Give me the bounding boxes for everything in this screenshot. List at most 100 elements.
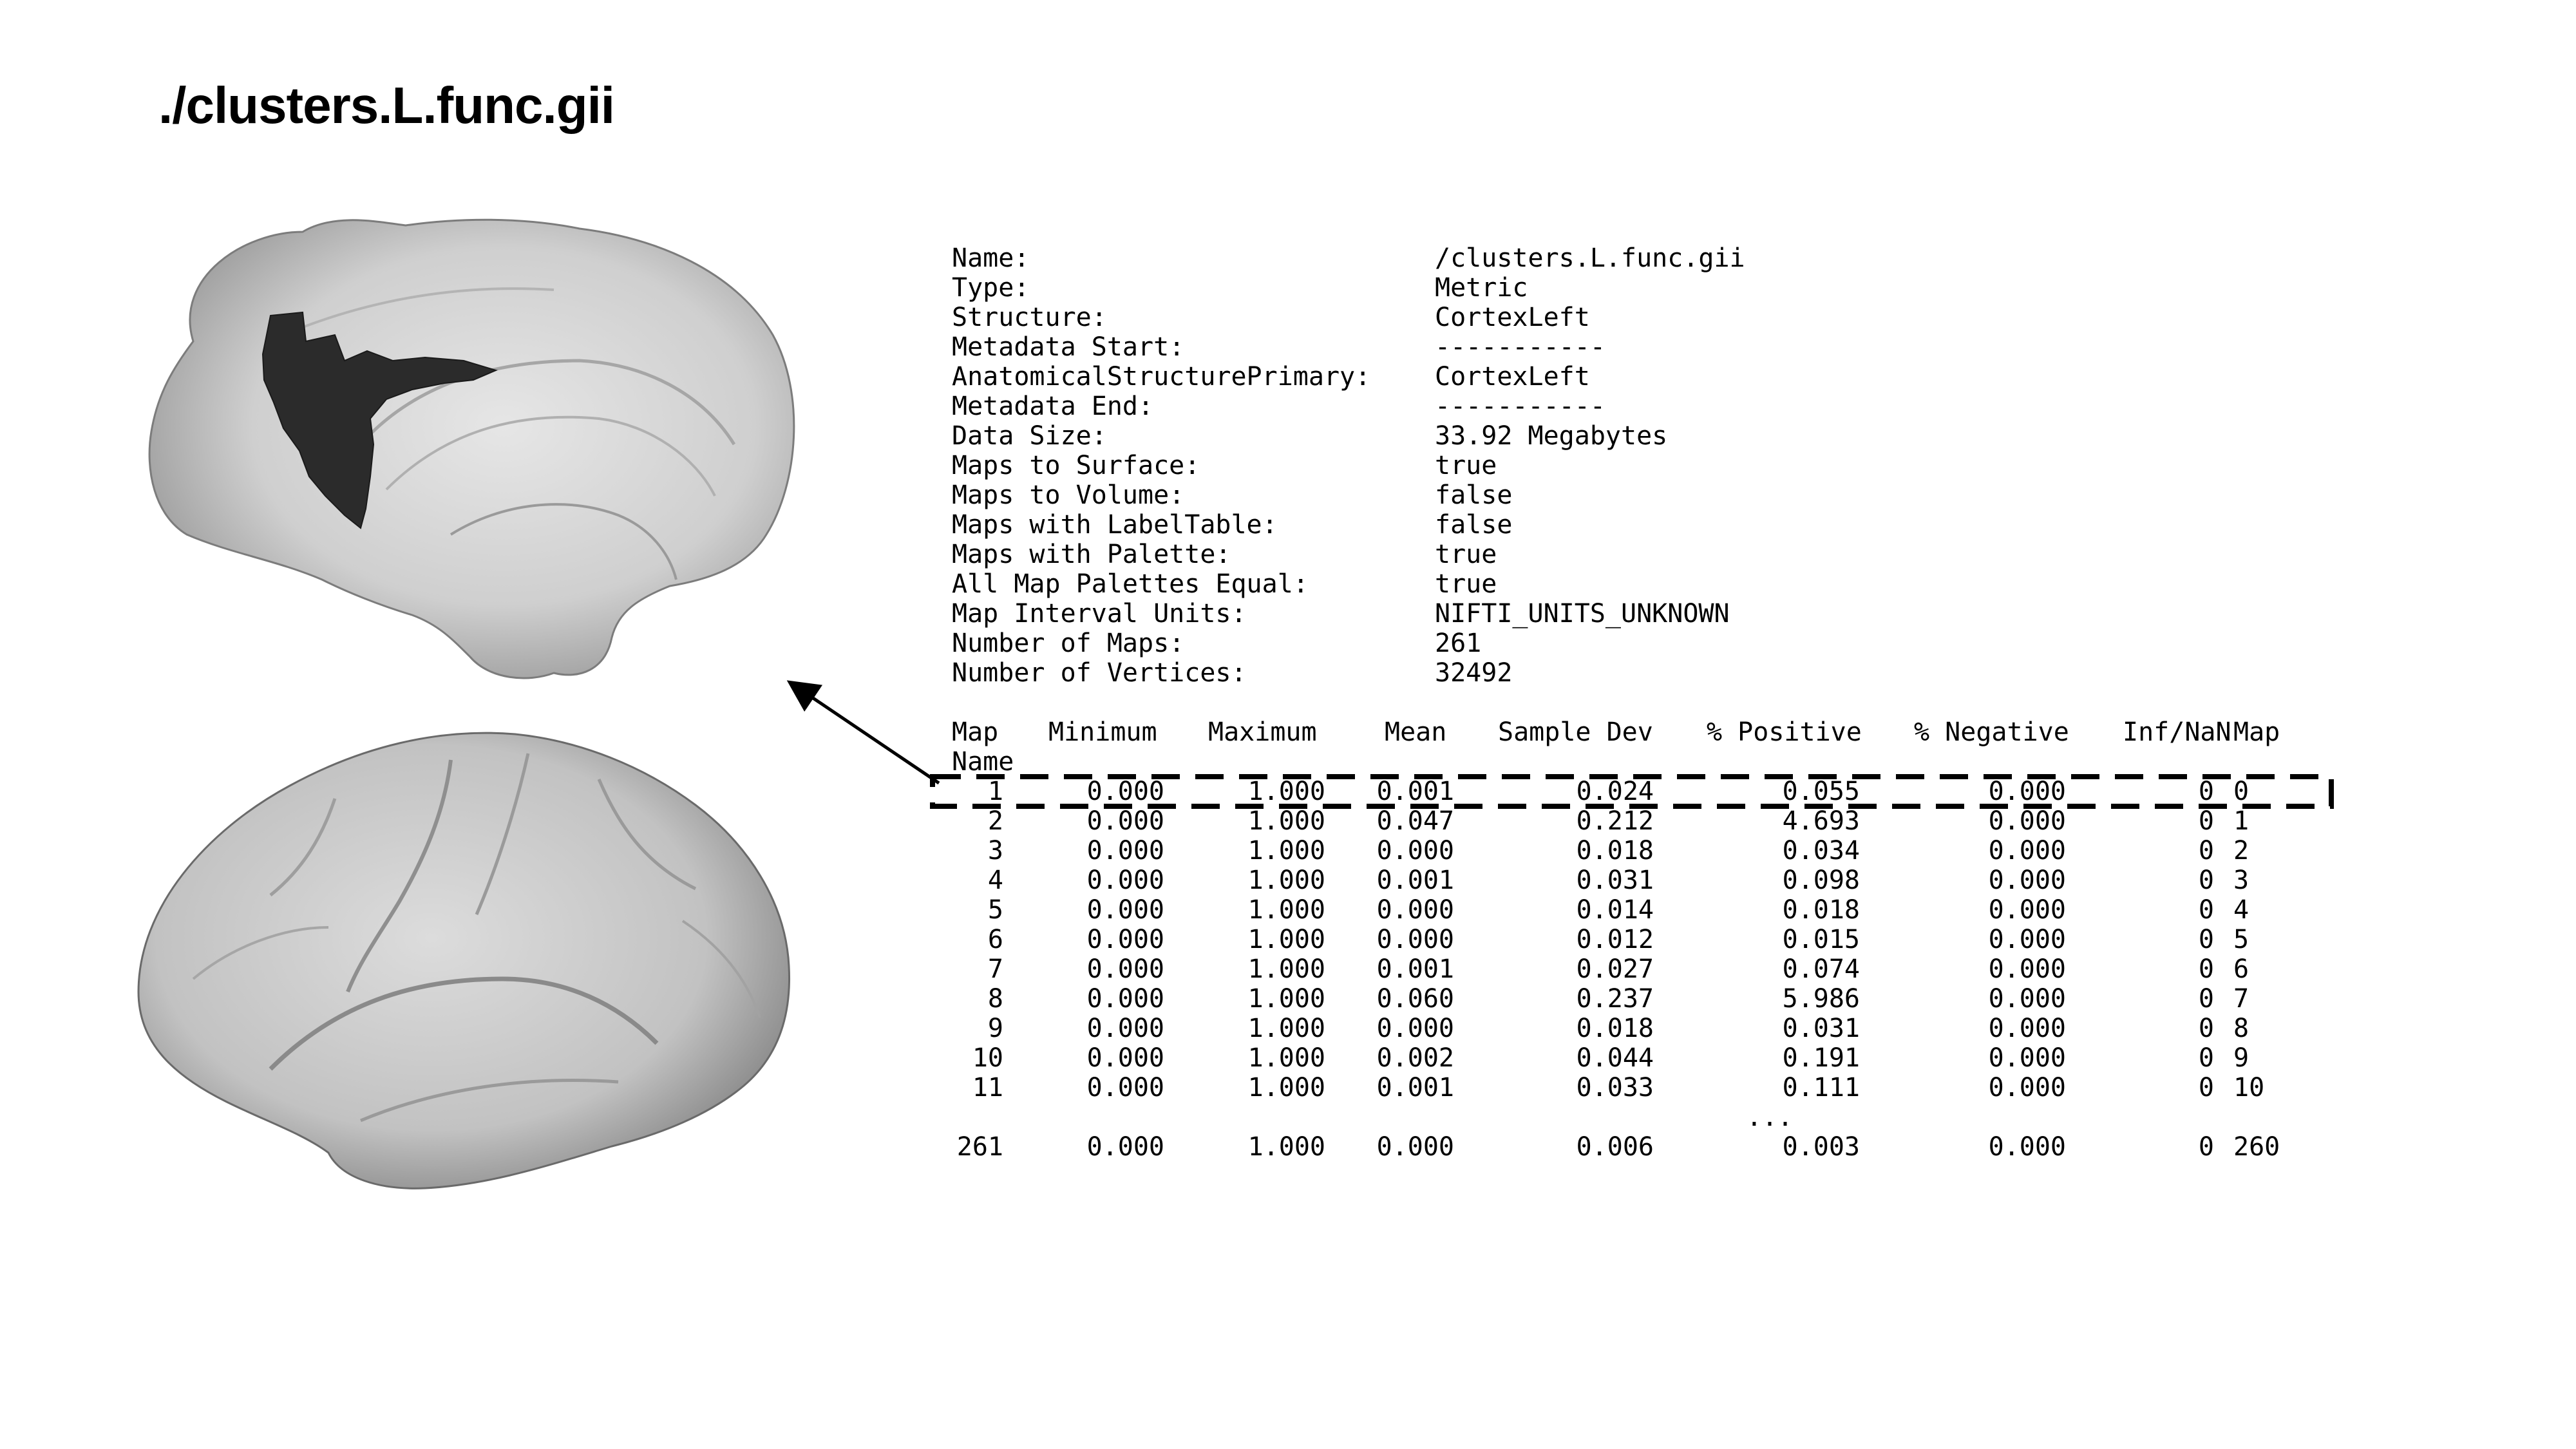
cell-minimum: 0.000 <box>1086 1132 1164 1162</box>
info-value: CortexLeft <box>1435 362 1590 392</box>
cell-minimum: 0.000 <box>1086 1014 1164 1043</box>
cell-sample-dev: 0.006 <box>1576 1132 1654 1162</box>
cell-mean: 0.001 <box>1376 866 1454 895</box>
cell-minimum: 0.000 <box>1086 1073 1164 1103</box>
cell-negative: 0.000 <box>1988 925 2066 954</box>
cell-inf-nan: 0 <box>2198 984 2214 1014</box>
info-key: Data Size: <box>952 421 1107 451</box>
cell-minimum: 0.000 <box>1086 806 1164 836</box>
cell-positive: 5.986 <box>1782 984 1860 1014</box>
cell-minimum: 0.000 <box>1086 954 1164 984</box>
cell-sample-dev: 0.027 <box>1576 954 1654 984</box>
cell-negative: 0.000 <box>1988 1132 2066 1162</box>
cell-inf-nan: 0 <box>2198 895 2214 925</box>
cell-mean: 0.060 <box>1376 984 1454 1014</box>
cell-inf-nan: 0 <box>2198 1014 2214 1043</box>
info-key: Maps with Palette: <box>952 540 1231 569</box>
cell-map-index: 7 <box>987 954 1003 984</box>
cell-maximum: 1.000 <box>1247 1073 1325 1103</box>
cell-minimum: 0.000 <box>1086 866 1164 895</box>
info-value: ----------- <box>1435 332 1605 362</box>
cell-map-index: 8 <box>987 984 1003 1014</box>
cell-inf-nan: 0 <box>2198 1132 2214 1162</box>
cell-map-index: 6 <box>987 925 1003 954</box>
info-key: Number of Vertices: <box>952 658 1247 688</box>
cell-minimum: 0.000 <box>1086 1043 1164 1073</box>
cell-sample-dev: 0.014 <box>1576 895 1654 925</box>
info-value: 261 <box>1435 629 1482 658</box>
info-value: false <box>1435 480 1513 510</box>
cell-inf-nan: 0 <box>2198 806 2214 836</box>
info-value: true <box>1435 540 1497 569</box>
cell-map-index: 4 <box>987 866 1003 895</box>
cell-mean: 0.000 <box>1376 895 1454 925</box>
cell-map-name: 1 <box>2233 806 2249 836</box>
cell-map-index: 1 <box>987 777 1003 806</box>
header-maximum: Maximum <box>1208 717 1317 747</box>
cell-negative: 0.000 <box>1988 984 2066 1014</box>
cell-map-name: 10 <box>2233 1073 2265 1103</box>
cell-positive: 4.693 <box>1782 806 1860 836</box>
info-key: Maps to Volume: <box>952 480 1185 510</box>
cell-maximum: 1.000 <box>1247 866 1325 895</box>
cell-maximum: 1.000 <box>1247 984 1325 1014</box>
cell-map-name: 3 <box>2233 866 2249 895</box>
header-mean: Mean <box>1385 717 1447 747</box>
cell-mean: 0.001 <box>1376 954 1454 984</box>
cell-mean: 0.001 <box>1376 1073 1454 1103</box>
cell-sample-dev: 0.033 <box>1576 1073 1654 1103</box>
cell-mean: 0.000 <box>1376 925 1454 954</box>
cell-inf-nan: 0 <box>2198 836 2214 866</box>
info-value: /clusters.L.func.gii <box>1435 243 1745 273</box>
info-value: Metric <box>1435 273 1528 303</box>
cell-map-name: 8 <box>2233 1014 2249 1043</box>
cell-positive: 0.034 <box>1782 836 1860 866</box>
cell-mean: 0.047 <box>1376 806 1454 836</box>
cell-map-name: 2 <box>2233 836 2249 866</box>
cell-sample-dev: 0.031 <box>1576 866 1654 895</box>
info-key: Type: <box>952 273 1030 303</box>
info-key: Maps to Surface: <box>952 451 1200 480</box>
info-key: Metadata End: <box>952 392 1154 421</box>
cell-minimum: 0.000 <box>1086 895 1164 925</box>
info-value: CortexLeft <box>1435 303 1590 332</box>
medial-brain-view <box>148 218 795 679</box>
cell-map-name: 5 <box>2233 925 2249 954</box>
info-key: AnatomicalStructurePrimary: <box>952 362 1371 392</box>
cell-sample-dev: 0.012 <box>1576 925 1654 954</box>
cell-map-name: 260 <box>2233 1132 2280 1162</box>
cell-negative: 0.000 <box>1988 954 2066 984</box>
cell-maximum: 1.000 <box>1247 1132 1325 1162</box>
cell-sample-dev: 0.018 <box>1576 836 1654 866</box>
cell-minimum: 0.000 <box>1086 984 1164 1014</box>
cell-positive: 0.003 <box>1782 1132 1860 1162</box>
cell-map-index: 2 <box>987 806 1003 836</box>
cell-map-index: 3 <box>987 836 1003 866</box>
info-value: NIFTI_UNITS_UNKNOWN <box>1435 599 1730 629</box>
info-value: 32492 <box>1435 658 1513 688</box>
cell-map-name: 6 <box>2233 954 2249 984</box>
info-key: Metadata Start: <box>952 332 1185 362</box>
header-map: Map <box>952 717 999 747</box>
cell-map-name: 7 <box>2233 984 2249 1014</box>
header-map-name: Map <box>2233 717 2280 747</box>
info-key: Name: <box>952 243 1030 273</box>
cell-sample-dev: 0.018 <box>1576 1014 1654 1043</box>
cell-map-index: 5 <box>987 895 1003 925</box>
info-key: All Map Palettes Equal: <box>952 569 1309 599</box>
cell-positive: 0.055 <box>1782 777 1860 806</box>
cell-negative: 0.000 <box>1988 866 2066 895</box>
cell-sample-dev: 0.024 <box>1576 777 1654 806</box>
cell-maximum: 1.000 <box>1247 925 1325 954</box>
info-key: Map Interval Units: <box>952 599 1247 629</box>
cell-positive: 0.098 <box>1782 866 1860 895</box>
cell-maximum: 1.000 <box>1247 777 1325 806</box>
cell-map-index: 9 <box>987 1014 1003 1043</box>
cell-maximum: 1.000 <box>1247 895 1325 925</box>
cell-positive: 0.191 <box>1782 1043 1860 1073</box>
cell-positive: 0.031 <box>1782 1014 1860 1043</box>
table-ellipsis: ... <box>1746 1103 1794 1132</box>
cell-inf-nan: 0 <box>2198 777 2214 806</box>
header-sample-dev: Sample Dev <box>1498 717 1653 747</box>
cell-map-name: 4 <box>2233 895 2249 925</box>
